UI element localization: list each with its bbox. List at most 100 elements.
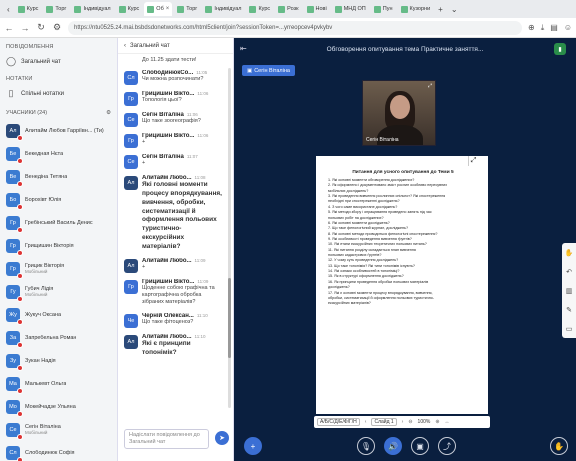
participant-item[interactable]: Мо Мокейчадзе Ульяна xyxy=(0,395,117,418)
slide-label[interactable]: А/Б/С/Д/Е/Ф/Г/Н xyxy=(317,418,360,426)
participants-settings-icon[interactable]: ⚙ xyxy=(106,110,111,116)
chat-message: Се Сегін Віталіна 11:07 + xyxy=(118,151,226,172)
browser-tab[interactable]: Пун xyxy=(371,2,396,16)
participant-item[interactable]: Ма Малькевт Ольга xyxy=(0,372,117,395)
webcam-fullscreen-icon[interactable]: ⤢ xyxy=(428,83,432,89)
new-tab-button[interactable]: + xyxy=(435,5,446,14)
raise-hand-button[interactable]: ✋ xyxy=(550,437,568,455)
back-icon[interactable]: ← xyxy=(4,23,14,33)
avatar: Бо xyxy=(6,192,23,210)
browser-tab[interactable]: Курс xyxy=(15,2,42,16)
camera-button[interactable]: ▣ xyxy=(411,437,429,455)
shared-notes-item[interactable]: ▯ Спільні нотатки xyxy=(0,85,117,102)
audio-button[interactable]: 🔊 xyxy=(384,437,402,455)
message-text: Щоденне собою графічна та картографічна … xyxy=(142,284,215,306)
message-text: Топологія цьої? xyxy=(142,97,182,104)
participant-item[interactable]: Бе Бекедная Нєта xyxy=(0,142,117,165)
previous-slide-icon[interactable]: ‹ xyxy=(365,419,367,425)
tab-search-icon[interactable]: ‹ xyxy=(4,5,13,14)
pencil-icon[interactable]: ✎ xyxy=(566,306,572,314)
tab-favicon-icon xyxy=(147,5,155,13)
avatar: Се xyxy=(6,422,23,440)
browser-tab[interactable]: МНД ОП xyxy=(332,2,369,16)
browser-tab[interactable]: Індивідуал xyxy=(202,2,244,16)
participant-item[interactable]: Гр Гребінський Василь Денис xyxy=(0,211,117,234)
tab-favicon-icon xyxy=(118,5,126,13)
hand-tool-icon[interactable]: ✋ xyxy=(565,249,574,257)
zoom-out-icon[interactable]: ⊖ xyxy=(408,419,412,425)
participant-item[interactable]: Жу Жукуч Оксана xyxy=(0,303,117,326)
address-bar: ← → ↻ ⚙ https://ntu0525.z4.mai.bsbdsdone… xyxy=(0,18,576,38)
chat-panel: ‹ Загальний чат До 11.25 здати тести! Сл С… xyxy=(118,38,234,461)
next-slide-icon[interactable]: › xyxy=(402,419,404,425)
undo-icon[interactable]: ↶ xyxy=(566,268,572,276)
participant-item[interactable]: Ве Венедіна Тетяна xyxy=(0,165,117,188)
close-tab-icon[interactable]: × xyxy=(166,6,170,12)
clear-icon[interactable]: ▥ xyxy=(566,287,573,295)
participants-title: УЧАСНИКИ (24) xyxy=(6,110,48,116)
url-field[interactable]: https://ntu0525.z4.mai.bsbdsdonetworks.c… xyxy=(68,20,523,35)
avatar-initials: Гр xyxy=(128,283,134,290)
muted-mic-icon xyxy=(17,341,23,348)
browser-tab[interactable]: Індивідуал xyxy=(71,2,113,16)
browser-tab[interactable]: Розк xyxy=(275,2,301,16)
chevron-left-icon[interactable]: ‹ xyxy=(124,43,126,49)
tab-menu-chevron-icon[interactable]: ⌄ xyxy=(448,5,461,14)
participant-item[interactable]: Гу Губич Лідія Мобільний xyxy=(0,280,117,303)
extensions-icon[interactable]: ⊕ xyxy=(528,23,535,32)
message-text: Які є принципи топонімік? xyxy=(142,339,191,356)
participant-item[interactable]: Ал Алитайм Любов Гарріївн... (Ти) xyxy=(0,119,117,142)
fit-to-width-icon[interactable]: ↔ xyxy=(445,419,450,425)
browser-tab[interactable]: Курс xyxy=(116,2,143,16)
browser-tab[interactable]: Курс xyxy=(246,2,273,16)
participant-name: Гребінський Василь Денис xyxy=(25,219,93,226)
browser-tab[interactable]: Нові xyxy=(304,2,330,16)
chat-header[interactable]: ‹ Загальний чат xyxy=(118,38,233,54)
participant-item[interactable]: Се Сегін Віталіна Мобільний xyxy=(0,418,117,441)
avatar-initials: Сл xyxy=(127,75,135,82)
microphone-button[interactable]: 🎙 xyxy=(357,437,375,455)
slide-select[interactable]: Слайд 1 xyxy=(371,418,397,426)
avatar-initials: Че xyxy=(127,317,135,324)
multiuser-whiteboard-icon[interactable]: ▭ xyxy=(566,325,573,333)
expand-panel-icon[interactable]: ⇤ xyxy=(240,44,247,53)
slide-title: Питання для усного опитування до Теми 5 xyxy=(352,170,454,175)
message-text: Що таке зоогеографія? xyxy=(142,118,201,125)
avatar-initials: Ве xyxy=(9,173,17,180)
chat-scroll-thumb[interactable] xyxy=(228,278,231,358)
avatar: Се xyxy=(124,113,138,128)
browser-tab-bar: ‹ Курс Торг Індивідуал Курс Об × Торг Індивідуа… xyxy=(0,0,576,18)
zoom-in-icon[interactable]: ⊕ xyxy=(435,419,439,425)
screen-share-button[interactable]: ⤴ xyxy=(438,437,456,455)
browser-tab[interactable]: Торг xyxy=(174,2,200,16)
presenter-badge[interactable]: ▣ Сегін Віталіна xyxy=(242,65,295,76)
profile-icon[interactable]: ☺ xyxy=(564,23,572,32)
participant-item[interactable]: Гр Грицик Вікторія Мобільний xyxy=(0,257,117,280)
slide-controls: А/Б/С/Д/Е/Ф/Г/Н ‹ Слайд 1 › ⊖ 100% ⊕ ↔ xyxy=(314,416,490,428)
tab-label: Курс xyxy=(26,6,39,12)
participant-item[interactable]: За Запребельна Роман xyxy=(0,326,117,349)
avatar: Зу xyxy=(6,353,23,371)
slide-fullscreen-icon[interactable]: ⤢ xyxy=(468,156,478,166)
notes-section-title: НОТАТКИ xyxy=(6,76,33,82)
participant-item[interactable]: Гр Грищишин Вікторія xyxy=(0,234,117,257)
participant-item[interactable]: Бо Борохівт Юлія xyxy=(0,188,117,211)
public-chat-item[interactable]: ◯ Загальний чат xyxy=(0,53,117,70)
participant-item[interactable]: Зу Зукан Надія xyxy=(0,349,117,372)
webcam-video[interactable]: Сегін Віталіна ⤢ xyxy=(362,80,436,146)
tab-label: Індивідуал xyxy=(83,6,111,12)
muted-mic-icon xyxy=(17,318,23,325)
forward-icon[interactable]: → xyxy=(20,23,30,33)
browser-tab[interactable]: Об × xyxy=(144,2,173,16)
site-settings-icon[interactable]: ⚙ xyxy=(52,22,62,33)
reading-list-icon[interactable]: ▤ xyxy=(550,23,558,32)
connection-status-icon[interactable]: ▮ xyxy=(554,43,566,55)
browser-tab[interactable]: Кузорни xyxy=(398,2,434,16)
send-message-button[interactable]: ➤ xyxy=(215,431,229,445)
download-icon[interactable]: ⤓ xyxy=(541,23,545,33)
reload-icon[interactable]: ↻ xyxy=(36,22,46,33)
browser-tab[interactable]: Торг xyxy=(43,2,69,16)
participant-item[interactable]: Сл Слободинюк Софія xyxy=(0,441,117,461)
chat-message-input[interactable]: Надіслати повідомлення до Загальний чат xyxy=(124,429,209,449)
actions-plus-button[interactable]: + xyxy=(244,437,262,455)
